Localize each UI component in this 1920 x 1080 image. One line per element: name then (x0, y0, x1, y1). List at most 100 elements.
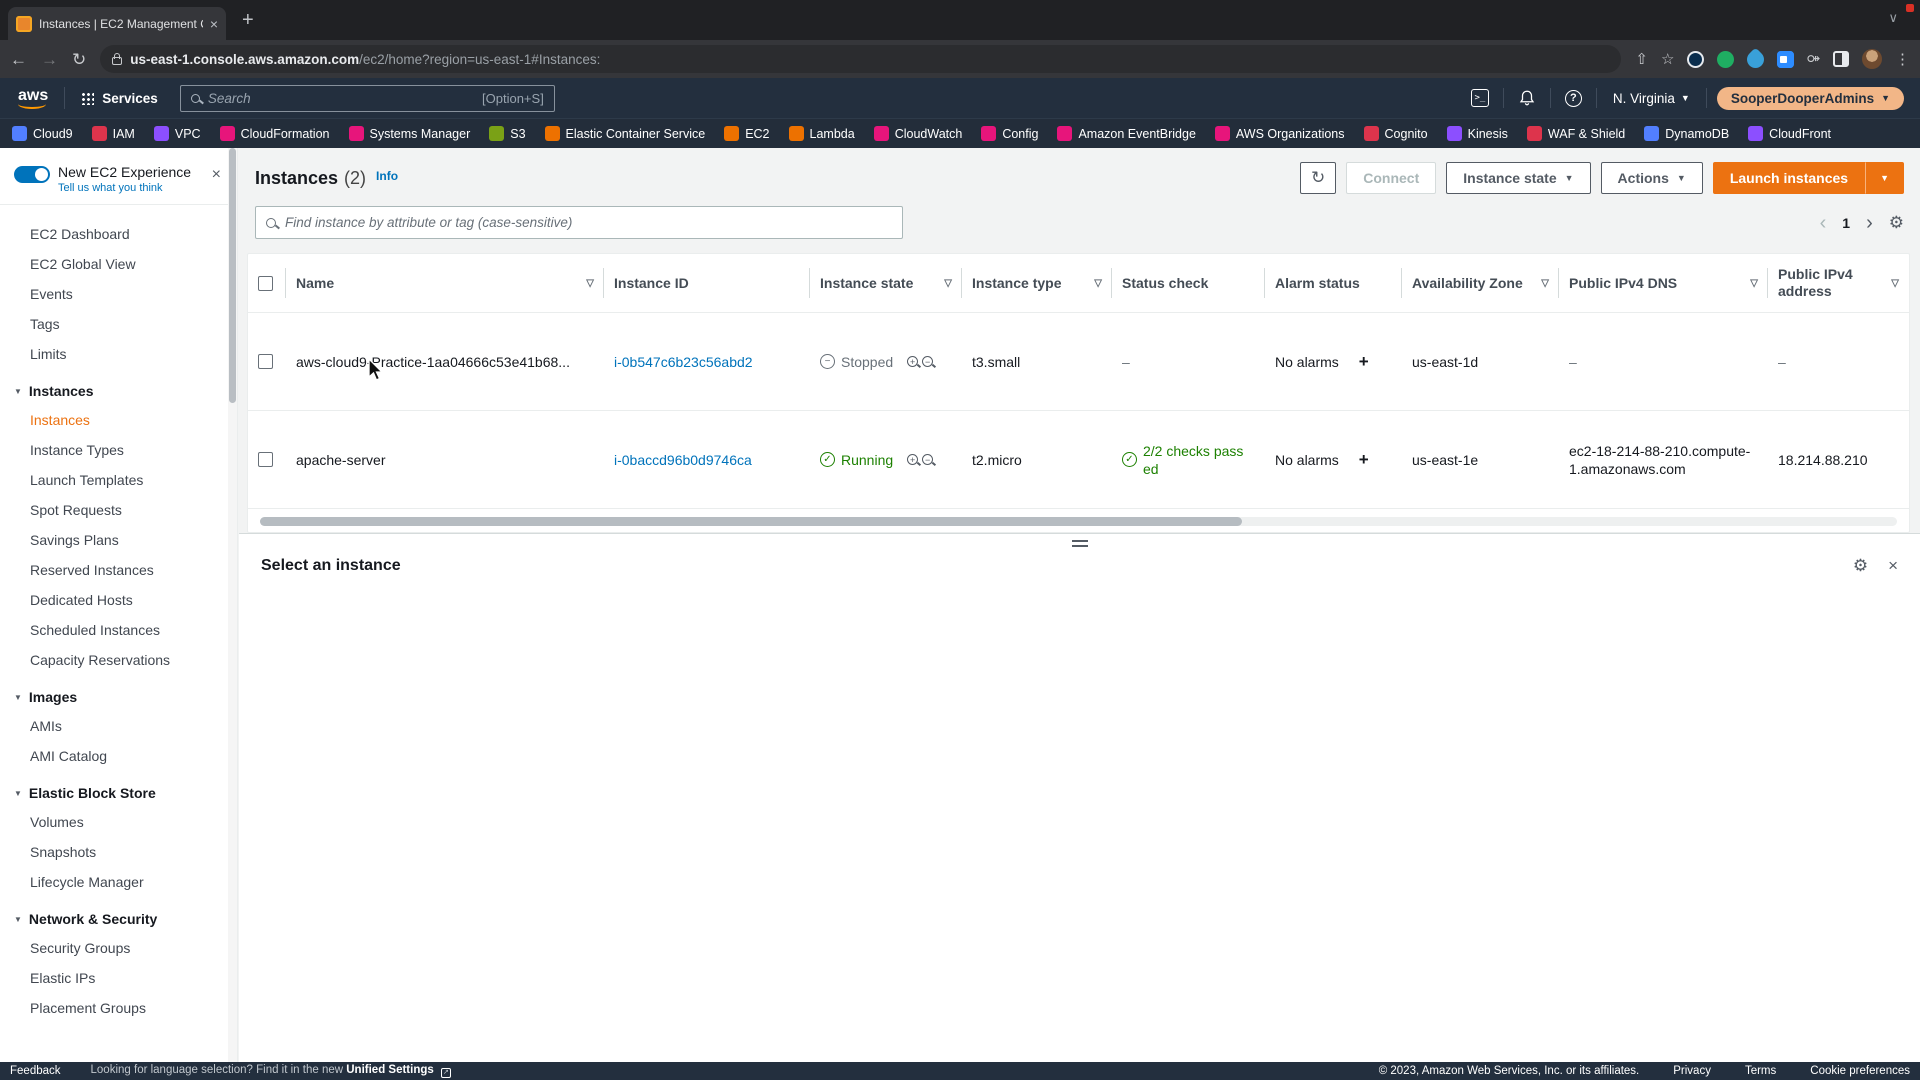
panel-settings-gear-icon[interactable]: ⚙ (1853, 556, 1868, 576)
aws-search-input[interactable]: Search [Option+S] (180, 85, 555, 112)
favorite-eventbridge[interactable]: Amazon EventBridge (1057, 126, 1195, 141)
filter-icon[interactable]: ▽ (1891, 275, 1899, 292)
col-public-ipv4-dns[interactable]: Public IPv4 DNS▽ (1559, 254, 1768, 313)
region-selector[interactable]: N. Virginia ▼ (1597, 91, 1706, 106)
sidebar-item-elastic-ips[interactable]: Elastic IPs (0, 963, 237, 993)
sidebar-item-scheduled-instances[interactable]: Scheduled Instances (0, 615, 237, 645)
terms-link[interactable]: Terms (1745, 1065, 1776, 1077)
launch-instances-caret-button[interactable]: ▼ (1865, 162, 1904, 194)
instance-id-link[interactable]: i-0baccd96b0d9746ca (614, 451, 752, 469)
sidebar-section-network-security[interactable]: ▼Network & Security (0, 897, 237, 933)
sidebar-scrollbar-thumb[interactable] (229, 148, 236, 403)
favorite-vpc[interactable]: VPC (154, 126, 201, 141)
new-tab-button[interactable]: + (242, 10, 254, 30)
zoom-out-filter-icon[interactable]: − (922, 356, 933, 367)
favorite-systems-manager[interactable]: Systems Manager (349, 126, 471, 141)
instance-id-link[interactable]: i-0b547c6b23c56abd2 (614, 353, 753, 371)
side-panel-icon[interactable] (1833, 51, 1849, 67)
share-icon[interactable]: ⇧ (1635, 50, 1648, 68)
address-bar[interactable]: us-east-1.console.aws.amazon.com/ec2/hom… (100, 45, 1621, 73)
sidebar-item-instance-types[interactable]: Instance Types (0, 435, 237, 465)
new-experience-toggle[interactable] (14, 166, 50, 183)
filter-icon[interactable]: ▽ (1541, 275, 1549, 292)
favorite-lambda[interactable]: Lambda (789, 126, 855, 141)
add-alarm-plus-icon[interactable]: + (1359, 451, 1369, 469)
account-menu[interactable]: SooperDooperAdmins ▼ (1717, 87, 1904, 110)
table-row[interactable]: aws-cloud9-Practice-1aa04666c53e41b68...… (248, 313, 1909, 411)
sidebar-item-ec2-dashboard[interactable]: EC2 Dashboard (0, 219, 237, 249)
filter-icon[interactable]: ▽ (586, 275, 594, 292)
col-instance-id[interactable]: Instance ID (604, 254, 810, 313)
sidebar-item-security-groups[interactable]: Security Groups (0, 933, 237, 963)
filter-icon[interactable]: ▽ (944, 275, 952, 292)
sidebar-item-limits[interactable]: Limits (0, 339, 237, 369)
favorite-config[interactable]: Config (981, 126, 1038, 141)
forward-button[interactable]: → (41, 51, 58, 68)
col-instance-state[interactable]: Instance state▽ (810, 254, 962, 313)
tab-close-icon[interactable]: × (210, 17, 218, 31)
sidebar-item-capacity-reservations[interactable]: Capacity Reservations (0, 645, 237, 675)
bookmark-star-icon[interactable]: ☆ (1661, 50, 1674, 68)
profile-avatar[interactable] (1862, 49, 1882, 69)
sidebar-section-ebs[interactable]: ▼Elastic Block Store (0, 771, 237, 807)
sidebar-item-tags[interactable]: Tags (0, 309, 237, 339)
zoom-out-filter-icon[interactable]: − (922, 454, 933, 465)
sidebar-item-savings-plans[interactable]: Savings Plans (0, 525, 237, 555)
favorite-kinesis[interactable]: Kinesis (1447, 126, 1508, 141)
favorite-s3[interactable]: S3 (489, 126, 525, 141)
table-row[interactable]: apache-server i-0baccd96b0d9746ca ✓Runni… (248, 411, 1909, 509)
favorite-ec2[interactable]: EC2 (724, 126, 769, 141)
sidebar-item-amis[interactable]: AMIs (0, 711, 237, 741)
connect-button[interactable]: Connect (1346, 162, 1436, 194)
cookie-preferences-link[interactable]: Cookie preferences (1810, 1065, 1910, 1077)
prev-page-button[interactable]: ‹ (1820, 213, 1827, 233)
favorite-cloudwatch[interactable]: CloudWatch (874, 126, 963, 141)
cloudshell-button[interactable]: >_ (1457, 89, 1503, 107)
next-page-button[interactable]: › (1866, 213, 1873, 233)
sidebar-item-dedicated-hosts[interactable]: Dedicated Hosts (0, 585, 237, 615)
filter-icon[interactable]: ▽ (1094, 275, 1102, 292)
help-button[interactable]: ? (1551, 90, 1596, 107)
filter-icon[interactable]: ▽ (1750, 275, 1758, 292)
unified-settings-link[interactable]: Unified Settings (346, 1064, 434, 1076)
notifications-button[interactable] (1504, 89, 1550, 107)
col-status-check[interactable]: Status check (1112, 254, 1265, 313)
green-extension-icon[interactable] (1717, 51, 1734, 68)
back-button[interactable]: ← (10, 51, 27, 68)
sidebar-item-reserved-instances[interactable]: Reserved Instances (0, 555, 237, 585)
video-camera-extension-icon[interactable] (1777, 51, 1794, 68)
instance-filter-input[interactable]: Find instance by attribute or tag (case-… (255, 206, 903, 239)
table-horizontal-scrollbar[interactable] (260, 517, 1897, 526)
col-availability-zone[interactable]: Availability Zone▽ (1402, 254, 1559, 313)
favorite-cloud9[interactable]: Cloud9 (12, 126, 73, 141)
favorite-cognito[interactable]: Cognito (1364, 126, 1428, 141)
col-public-ipv4-address[interactable]: Public IPv4 address▽ (1768, 254, 1909, 313)
panel-drag-handle[interactable] (1072, 540, 1088, 547)
sidebar-item-ami-catalog[interactable]: AMI Catalog (0, 741, 237, 771)
favorite-dynamodb[interactable]: DynamoDB (1644, 126, 1729, 141)
row-checkbox[interactable] (258, 452, 273, 467)
col-name[interactable]: Name▽ (286, 254, 604, 313)
favorite-cloudfront[interactable]: CloudFront (1748, 126, 1831, 141)
zoom-in-filter-icon[interactable]: + (907, 454, 918, 465)
row-checkbox[interactable] (258, 354, 273, 369)
panel-close-icon[interactable]: × (1888, 556, 1898, 576)
add-alarm-plus-icon[interactable]: + (1359, 353, 1369, 371)
extensions-puzzle-icon[interactable]: ⚩ (1807, 50, 1820, 68)
privacy-link[interactable]: Privacy (1673, 1065, 1711, 1077)
zoom-in-filter-icon[interactable]: + (907, 356, 918, 367)
sidebar-item-lifecycle-manager[interactable]: Lifecycle Manager (0, 867, 237, 897)
reload-button[interactable]: ↻ (72, 51, 86, 68)
col-instance-type[interactable]: Instance type▽ (962, 254, 1112, 313)
current-page[interactable]: 1 (1842, 215, 1850, 231)
info-link[interactable]: Info (376, 169, 398, 183)
sidebar-item-placement-groups[interactable]: Placement Groups (0, 993, 237, 1023)
tell-us-link[interactable]: Tell us what you think (58, 182, 223, 194)
sidebar-item-spot-requests[interactable]: Spot Requests (0, 495, 237, 525)
sidebar-section-instances[interactable]: ▼Instances (0, 369, 237, 405)
sidebar-item-instances[interactable]: Instances (0, 405, 237, 435)
sidebar-scrollbar[interactable] (228, 148, 237, 1062)
instance-state-dropdown[interactable]: Instance state▼ (1446, 162, 1590, 194)
feedback-link[interactable]: Feedback (10, 1065, 61, 1077)
sidebar-item-snapshots[interactable]: Snapshots (0, 837, 237, 867)
